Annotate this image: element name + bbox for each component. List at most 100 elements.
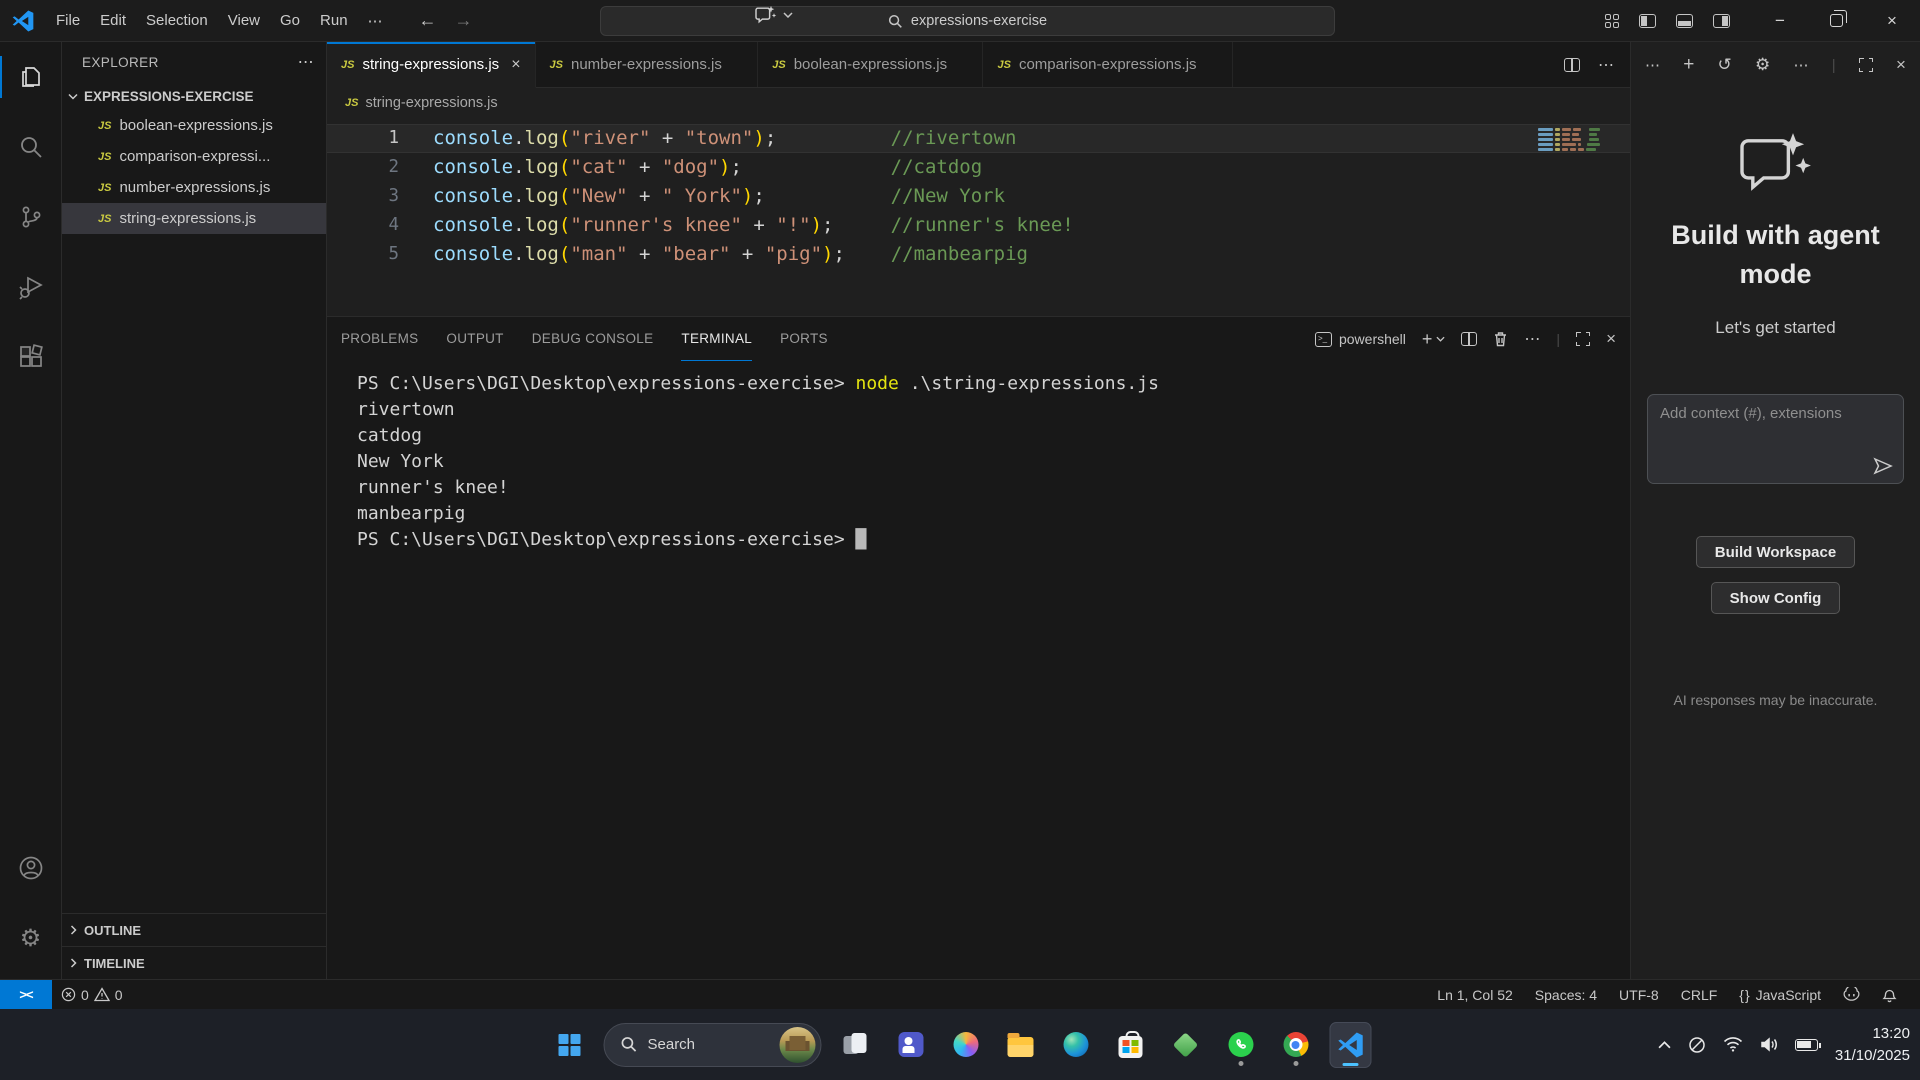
teams-button[interactable] — [890, 1022, 932, 1068]
extensions-activity-icon[interactable] — [0, 322, 62, 392]
start-button[interactable] — [549, 1022, 591, 1068]
indentation-item[interactable]: Spaces: 4 — [1524, 987, 1608, 1003]
battery-icon[interactable] — [1795, 1039, 1818, 1051]
toggle-secondary-sidebar-icon[interactable] — [1713, 14, 1730, 28]
file-row[interactable]: JS boolean-expressions.js — [62, 110, 326, 141]
eol-item[interactable]: CRLF — [1670, 987, 1729, 1003]
panel-tab[interactable]: PROBLEMS — [341, 317, 418, 361]
send-icon[interactable] — [1873, 457, 1893, 475]
copilot-status-item[interactable] — [1832, 987, 1871, 1002]
code-editor[interactable]: 1 console.log("river" + "town"); //river… — [327, 118, 1630, 316]
copilot-titlebar-button[interactable] — [755, 5, 793, 25]
close-chat-icon[interactable]: × — [1896, 55, 1906, 75]
code-line[interactable]: 4 console.log("runner's knee" + "!"); //… — [327, 211, 1630, 240]
editor-more-button[interactable]: ⋯ — [1598, 55, 1614, 75]
code-line[interactable]: 5 console.log("man" + "bear" + "pig"); /… — [327, 240, 1630, 269]
toggle-sidebar-icon[interactable] — [1639, 14, 1656, 28]
build-workspace-button[interactable]: Build Workspace — [1696, 536, 1855, 568]
explorer-activity-icon[interactable] — [0, 42, 62, 112]
restore-button[interactable] — [1808, 0, 1864, 42]
encoding-item[interactable]: UTF-8 — [1608, 987, 1670, 1003]
menu-item[interactable]: Edit — [90, 8, 136, 33]
language-item[interactable]: {} JavaScript — [1728, 987, 1832, 1003]
search-activity-icon[interactable] — [0, 112, 62, 182]
terminal-output[interactable]: PS C:\Users\DGI\Desktop\expressions-exer… — [327, 361, 1630, 979]
green-gem-app-button[interactable] — [1165, 1022, 1207, 1068]
notifications-bell-item[interactable] — [1871, 987, 1908, 1003]
wifi-icon[interactable] — [1723, 1037, 1743, 1052]
maximize-panel-icon[interactable] — [1576, 332, 1590, 346]
panel-more-button[interactable]: ⋯ — [1524, 329, 1540, 349]
file-row[interactable]: JS string-expressions.js — [62, 203, 326, 234]
menu-more-button[interactable]: ⋯ — [360, 8, 391, 34]
chat-views-more-button[interactable]: ⋯ — [1645, 56, 1660, 74]
cursor-position-item[interactable]: Ln 1, Col 52 — [1426, 987, 1524, 1003]
remote-indicator[interactable]: >< — [0, 980, 52, 1009]
edge-button[interactable] — [1055, 1022, 1097, 1068]
taskbar-search[interactable]: Search — [604, 1023, 822, 1067]
split-terminal-icon[interactable] — [1461, 332, 1477, 346]
show-config-button[interactable]: Show Config — [1711, 582, 1841, 614]
copilot-app-button[interactable] — [945, 1022, 987, 1068]
volume-icon[interactable] — [1760, 1037, 1778, 1052]
timeline-section-header[interactable]: TIMELINE — [62, 946, 326, 979]
whatsapp-button[interactable] — [1220, 1022, 1262, 1068]
file-row[interactable]: JS comparison-expressi... — [62, 141, 326, 172]
customize-layout-icon[interactable] — [1605, 14, 1619, 28]
menu-item[interactable]: Selection — [136, 8, 218, 33]
editor-tab[interactable]: JS comparison-expressions.js × — [983, 42, 1232, 87]
menu-item[interactable]: View — [218, 8, 270, 33]
vscode-taskbar-button[interactable] — [1330, 1022, 1372, 1068]
menu-item[interactable]: Run — [310, 8, 358, 33]
close-button[interactable]: × — [1864, 0, 1920, 42]
chat-settings-gear-icon[interactable]: ⚙ — [1755, 55, 1770, 75]
panel-tab[interactable]: DEBUG CONSOLE — [532, 317, 654, 361]
minimap[interactable] — [1538, 128, 1614, 151]
minimize-button[interactable]: − — [1752, 0, 1808, 42]
code-line[interactable]: 1 console.log("river" + "town"); //river… — [327, 124, 1630, 153]
kill-terminal-icon[interactable] — [1493, 331, 1508, 347]
nav-back-icon[interactable]: ← — [419, 10, 437, 31]
new-chat-button[interactable]: + — [1683, 54, 1694, 76]
chat-input[interactable] — [1660, 405, 1891, 451]
editor-tab[interactable]: JS string-expressions.js × — [327, 42, 536, 88]
terminal-shell-item[interactable]: >_ powershell — [1315, 331, 1406, 347]
taskbar-clock[interactable]: 13:20 31/10/2025 — [1835, 1023, 1910, 1067]
panel-tab[interactable]: TERMINAL — [681, 317, 752, 361]
workspace-folder-row[interactable]: EXPRESSIONS-EXERCISE — [62, 82, 326, 110]
outline-section-header[interactable]: OUTLINE — [62, 913, 326, 946]
explorer-more-button[interactable]: ⋯ — [298, 52, 314, 72]
command-center-search[interactable]: expressions-exercise — [600, 6, 1335, 36]
task-view-button[interactable] — [835, 1022, 877, 1068]
maximize-chat-icon[interactable] — [1859, 58, 1873, 72]
do-not-disturb-icon[interactable] — [1688, 1036, 1706, 1054]
split-editor-icon[interactable] — [1564, 58, 1580, 72]
problems-status-item[interactable]: 0 0 — [52, 980, 132, 1009]
nav-forward-icon[interactable]: → — [455, 10, 473, 31]
code-line[interactable]: 3 console.log("New" + " York"); //New Yo… — [327, 182, 1630, 211]
file-explorer-button[interactable] — [1000, 1022, 1042, 1068]
tray-chevron-up-icon[interactable] — [1658, 1041, 1671, 1049]
file-row[interactable]: JS number-expressions.js — [62, 172, 326, 203]
editor-tab[interactable]: JS number-expressions.js × — [536, 42, 759, 87]
account-icon[interactable] — [0, 833, 62, 903]
editor-tab[interactable]: JS boolean-expressions.js × — [758, 42, 983, 87]
panel-tab[interactable]: OUTPUT — [446, 317, 503, 361]
chat-input-box[interactable] — [1647, 394, 1904, 484]
chat-history-button[interactable]: ↺ — [1718, 55, 1732, 75]
chrome-button[interactable] — [1275, 1022, 1317, 1068]
tab-close-icon[interactable]: × — [511, 56, 520, 74]
panel-tab[interactable]: PORTS — [780, 317, 828, 361]
microsoft-store-button[interactable] — [1110, 1022, 1152, 1068]
breadcrumb[interactable]: JS string-expressions.js — [327, 88, 1630, 118]
settings-gear-icon[interactable]: ⚙ — [0, 903, 62, 973]
source-control-activity-icon[interactable] — [0, 182, 62, 252]
toggle-panel-icon[interactable] — [1676, 14, 1693, 28]
menu-item[interactable]: Go — [270, 8, 310, 33]
menu-item[interactable]: File — [46, 8, 90, 33]
close-panel-icon[interactable]: × — [1606, 329, 1616, 349]
new-terminal-button[interactable]: + — [1422, 329, 1446, 350]
chat-more-button[interactable]: ⋯ — [1793, 56, 1808, 74]
run-debug-activity-icon[interactable] — [0, 252, 62, 322]
search-highlight-image[interactable] — [780, 1027, 816, 1063]
